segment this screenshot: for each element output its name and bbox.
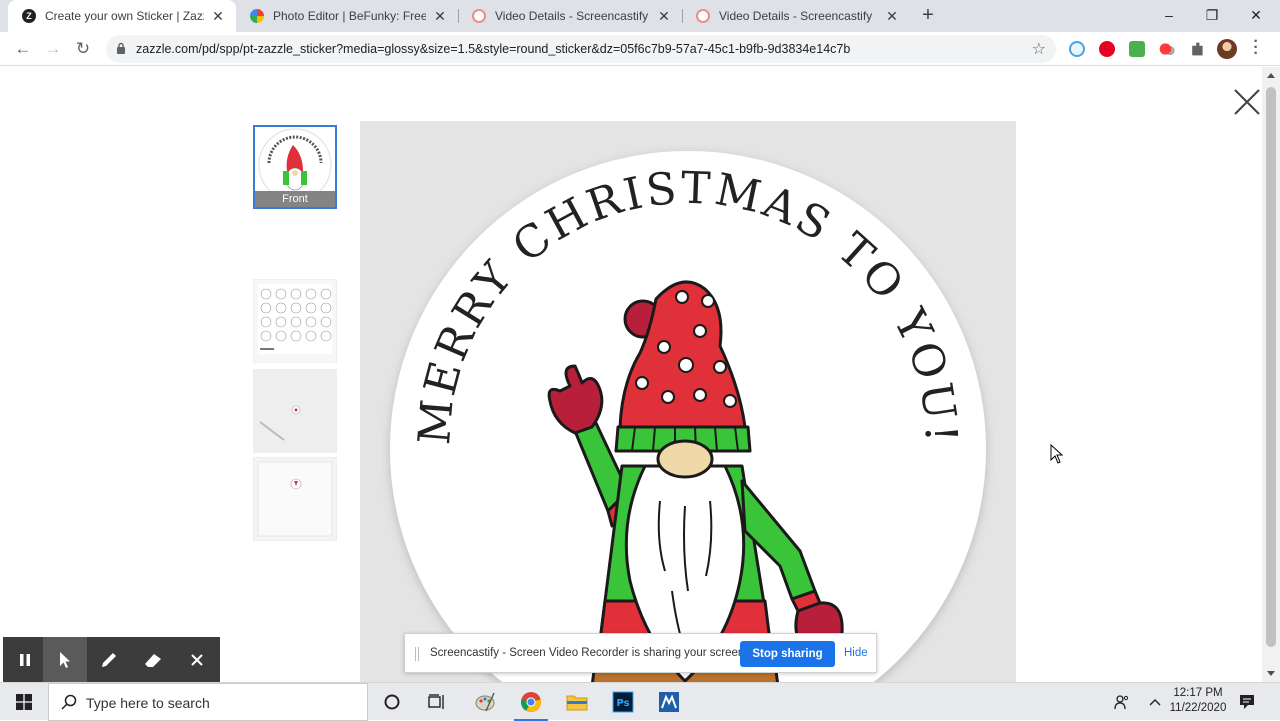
tab-title: Video Details - Screencastify bbox=[495, 9, 649, 23]
search-icon bbox=[61, 694, 77, 710]
hide-button[interactable]: Hide bbox=[844, 647, 868, 659]
pointer-tool-button[interactable] bbox=[43, 637, 87, 682]
sharing-message: Screencastify - Screen Video Recorder is… bbox=[430, 647, 748, 659]
profile-avatar[interactable] bbox=[1217, 39, 1237, 59]
tab-strip: Z Create your own Sticker | Zazzle.com ✕… bbox=[0, 0, 1280, 32]
pointer-icon bbox=[60, 651, 70, 668]
pinterest-icon[interactable] bbox=[1099, 41, 1115, 57]
photoshop-button[interactable]: Ps bbox=[600, 683, 646, 721]
tab-close-icon[interactable]: ✕ bbox=[656, 8, 672, 25]
stop-sharing-button[interactable]: Stop sharing bbox=[740, 641, 835, 667]
task-view-button[interactable] bbox=[414, 683, 460, 721]
eraser-icon bbox=[145, 653, 161, 667]
tab-befunky[interactable]: Photo Editor | BeFunky: Free Online ✕ bbox=[236, 0, 458, 32]
befunky-icon bbox=[250, 9, 264, 23]
lock-icon bbox=[117, 42, 125, 54]
tab-screencastify-1[interactable]: Video Details - Screencastify ✕ bbox=[458, 0, 682, 32]
windows-taskbar: Type here to search Ps 12:17 PM 11/22/20… bbox=[0, 682, 1280, 721]
people-icon[interactable] bbox=[1110, 683, 1134, 721]
bookmark-star-icon[interactable]: ☆ bbox=[1032, 39, 1046, 59]
new-tab-button[interactable]: + bbox=[917, 4, 939, 26]
taskbar-search-box[interactable]: Type here to search bbox=[48, 683, 368, 721]
thumbnail-label: Front bbox=[255, 191, 335, 207]
chevron-up-icon[interactable] bbox=[1144, 683, 1166, 721]
tab-zazzle[interactable]: Z Create your own Sticker | Zazzle.com ✕ bbox=[8, 0, 236, 32]
close-icon[interactable] bbox=[1232, 87, 1262, 117]
reload-icon[interactable]: ↻ bbox=[72, 38, 94, 60]
scene-image bbox=[254, 458, 336, 540]
folder-icon bbox=[566, 695, 588, 711]
forward-arrow-icon[interactable]: → bbox=[42, 38, 64, 60]
extension-icon-1[interactable] bbox=[1069, 41, 1085, 57]
notification-icon[interactable] bbox=[1235, 683, 1259, 721]
pause-icon bbox=[20, 653, 30, 666]
windows-logo-icon bbox=[16, 694, 32, 710]
paint-app-button[interactable] bbox=[462, 683, 508, 721]
photoshop-icon: Ps bbox=[612, 691, 634, 713]
zazzle-icon: Z bbox=[22, 9, 36, 23]
mouse-cursor-icon bbox=[1050, 444, 1064, 464]
clock-date: 11/22/2020 bbox=[1169, 702, 1227, 714]
scene-image bbox=[254, 370, 336, 452]
drag-handle-icon[interactable] bbox=[415, 647, 419, 661]
app-m-icon bbox=[659, 692, 679, 712]
minimize-button[interactable]: – bbox=[1147, 0, 1191, 30]
eraser-tool-button[interactable] bbox=[131, 637, 175, 682]
main-preview: MERRY CHRISTMAS TO YOU! bbox=[360, 121, 1016, 682]
restore-button[interactable]: ❐ bbox=[1190, 0, 1234, 30]
page-scrollbar[interactable] bbox=[1262, 67, 1280, 682]
address-bar[interactable]: zazzle.com/pd/spp/pt-zazzle_sticker?medi… bbox=[106, 35, 1056, 63]
scrollbar-thumb[interactable] bbox=[1266, 87, 1276, 647]
tab-title: Create your own Sticker | Zazzle.com bbox=[45, 9, 204, 23]
puzzle-extensions-icon[interactable] bbox=[1192, 42, 1203, 56]
screencastify-icon bbox=[696, 9, 710, 23]
sticker-preview-image: MERRY CHRISTMAS TO YOU! bbox=[390, 151, 986, 682]
chrome-icon bbox=[520, 692, 542, 713]
taskbar-clock[interactable]: 12:17 PM 11/22/2020 bbox=[1165, 686, 1231, 716]
back-arrow-icon[interactable]: ← bbox=[12, 38, 34, 60]
tab-screencastify-2[interactable]: Video Details - Screencastify ✕ bbox=[682, 0, 910, 32]
tab-title: Photo Editor | BeFunky: Free Online bbox=[273, 9, 426, 23]
thumbnail-sheet[interactable] bbox=[253, 279, 337, 363]
product-image-viewer: Front MERRY CHRISTMAS TO YOU! bbox=[0, 67, 1262, 682]
search-placeholder: Type here to search bbox=[86, 695, 210, 711]
sticker-sheet-image bbox=[258, 284, 332, 354]
mathway-app-button[interactable] bbox=[646, 683, 692, 721]
pen-tool-button[interactable] bbox=[87, 637, 131, 682]
tab-title: Video Details - Screencastify bbox=[719, 9, 873, 23]
thumbnail-front[interactable]: Front bbox=[253, 125, 337, 209]
chrome-menu-icon[interactable]: · · · bbox=[1251, 34, 1261, 62]
clock-time: 12:17 PM bbox=[1173, 687, 1223, 699]
task-view-icon bbox=[428, 694, 444, 709]
browser-toolbar: ← → ↻ zazzle.com/pd/spp/pt-zazzle_sticke… bbox=[0, 32, 1280, 66]
cortana-button[interactable] bbox=[369, 683, 415, 721]
screen-sharing-bar: Screencastify - Screen Video Recorder is… bbox=[404, 633, 877, 673]
close-icon bbox=[191, 653, 203, 666]
close-recorder-button[interactable] bbox=[175, 637, 219, 682]
svg-text:Ps: Ps bbox=[616, 698, 629, 709]
paint-icon bbox=[475, 692, 495, 712]
window-close-button[interactable]: ✕ bbox=[1234, 0, 1278, 30]
thumbnail-scene-1[interactable] bbox=[253, 369, 337, 453]
screencastify-icon bbox=[472, 9, 486, 23]
start-button[interactable] bbox=[0, 683, 48, 721]
scroll-up-arrow-icon[interactable] bbox=[1267, 73, 1275, 78]
tab-close-icon[interactable]: ✕ bbox=[432, 8, 448, 25]
file-explorer-button[interactable] bbox=[554, 683, 600, 721]
pause-button[interactable] bbox=[3, 637, 47, 682]
thumbnail-scene-2[interactable] bbox=[253, 457, 337, 541]
screencastify-extension-icon[interactable] bbox=[1159, 41, 1175, 57]
extension-icon-3[interactable] bbox=[1129, 41, 1145, 57]
scroll-down-arrow-icon[interactable] bbox=[1267, 671, 1275, 676]
url-text: zazzle.com/pd/spp/pt-zazzle_sticker?medi… bbox=[136, 42, 851, 56]
recorder-controls bbox=[3, 637, 220, 682]
pen-icon bbox=[102, 652, 116, 667]
chrome-app-button[interactable] bbox=[508, 683, 554, 721]
tab-close-icon[interactable]: ✕ bbox=[884, 8, 900, 25]
cortana-icon bbox=[384, 694, 400, 710]
tab-close-icon[interactable]: ✕ bbox=[210, 8, 226, 25]
